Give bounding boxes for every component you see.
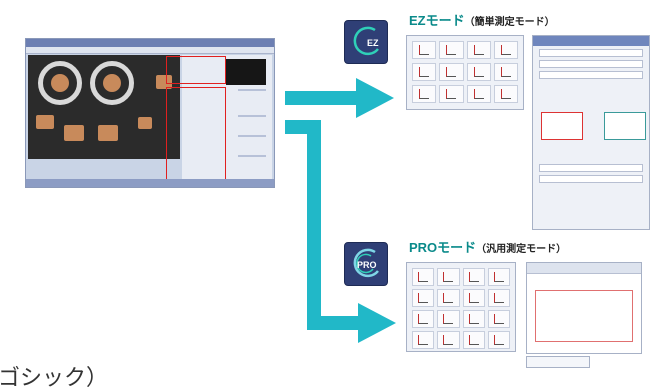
bottom-text-fragment: ゴシック）: [0, 366, 109, 391]
status-bar: [26, 179, 274, 187]
arrow-to-ez-shaft: [285, 91, 360, 105]
menu-bar: [26, 39, 274, 47]
ez-mode-icon[interactable]: EZ: [344, 20, 388, 64]
ez-mode-title: EZモード（簡単測定モード）: [409, 10, 555, 29]
pro-mode-title: PROモード（汎用測定モード）: [409, 237, 566, 256]
pro-mode-name: PROモード: [409, 240, 477, 255]
ez-mode-name: EZモード: [409, 13, 465, 28]
camera-view: [28, 55, 180, 159]
ez-preview-red: [541, 112, 583, 140]
toolbar: [26, 47, 274, 54]
ez-preview-teal: [604, 112, 647, 140]
pro-tool-palette-thumbnail: [406, 262, 516, 352]
pro-settings-window-thumbnail: [526, 262, 642, 354]
tool-palette-highlight: [166, 56, 226, 84]
square-pad: [36, 115, 54, 129]
dark-preview: [226, 59, 266, 85]
arrow-to-pro-vertical: [307, 120, 321, 330]
arrow-to-pro-head: [358, 303, 396, 343]
ez-tool-palette-thumbnail: [406, 35, 524, 110]
pro-mode-icon[interactable]: PRO: [344, 242, 388, 286]
square-pad: [64, 125, 84, 141]
arrow-to-ez-head: [356, 78, 394, 118]
circular-pad-1: [38, 61, 82, 105]
pro-mode-subtitle: （汎用測定モード）: [476, 244, 567, 255]
pro-preview-area: [535, 290, 633, 342]
ez-mode-subtitle: （簡単測定モード）: [464, 17, 555, 28]
main-software-screenshot: [25, 38, 275, 188]
square-pad: [138, 117, 152, 129]
settings-panel-highlight: [166, 87, 226, 187]
ez-icon-label: EZ: [367, 38, 379, 48]
arrow-to-pro-shaft: [307, 316, 362, 330]
pro-status-thumbnail: [526, 356, 590, 368]
square-pad: [98, 125, 118, 141]
circular-pad-2: [90, 61, 134, 105]
pro-icon-label: PRO: [357, 260, 377, 270]
ez-settings-window-thumbnail: [532, 35, 650, 230]
